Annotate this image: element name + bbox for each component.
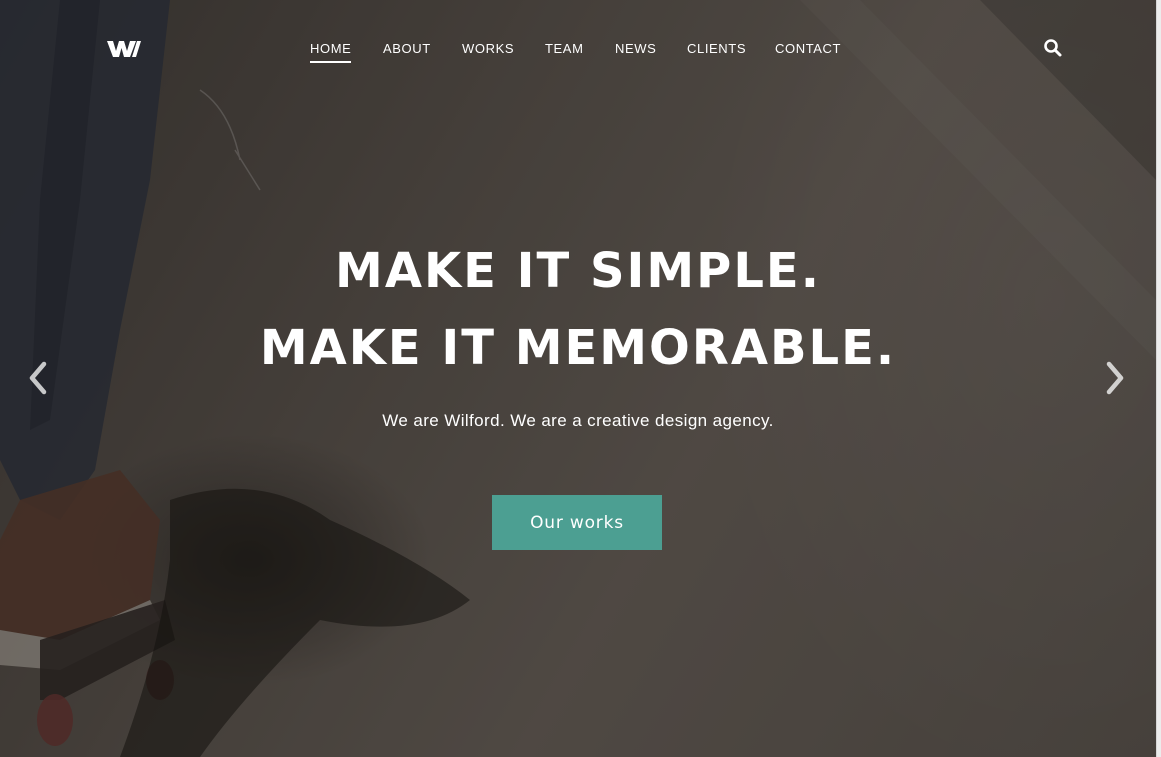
main-nav: HOME ABOUT WORKS TEAM NEWS CLIENTS CONTA… [0, 40, 1156, 64]
nav-item-contact[interactable]: CONTACT [775, 40, 841, 58]
hero-section: HOME ABOUT WORKS TEAM NEWS CLIENTS CONTA… [0, 0, 1156, 757]
hero-headline-line1: MAKE IT SIMPLE. [335, 243, 821, 299]
nav-item-home[interactable]: HOME [310, 40, 352, 63]
search-icon[interactable] [1043, 38, 1063, 58]
nav-item-clients[interactable]: CLIENTS [687, 40, 746, 58]
nav-item-works[interactable]: WORKS [462, 40, 514, 58]
our-works-button[interactable]: Our works [492, 495, 662, 550]
nav-item-news[interactable]: NEWS [615, 40, 656, 58]
chevron-left-icon[interactable] [27, 360, 49, 396]
hero-overlay [0, 0, 1156, 757]
hero-headline-line2: MAKE IT MEMORABLE. [259, 320, 897, 376]
chevron-right-icon[interactable] [1104, 360, 1126, 396]
page-scrollbar[interactable] [1156, 0, 1161, 757]
nav-item-team[interactable]: TEAM [545, 40, 584, 58]
nav-item-about[interactable]: ABOUT [383, 40, 431, 58]
hero-subline: We are Wilford. We are a creative design… [382, 411, 774, 430]
